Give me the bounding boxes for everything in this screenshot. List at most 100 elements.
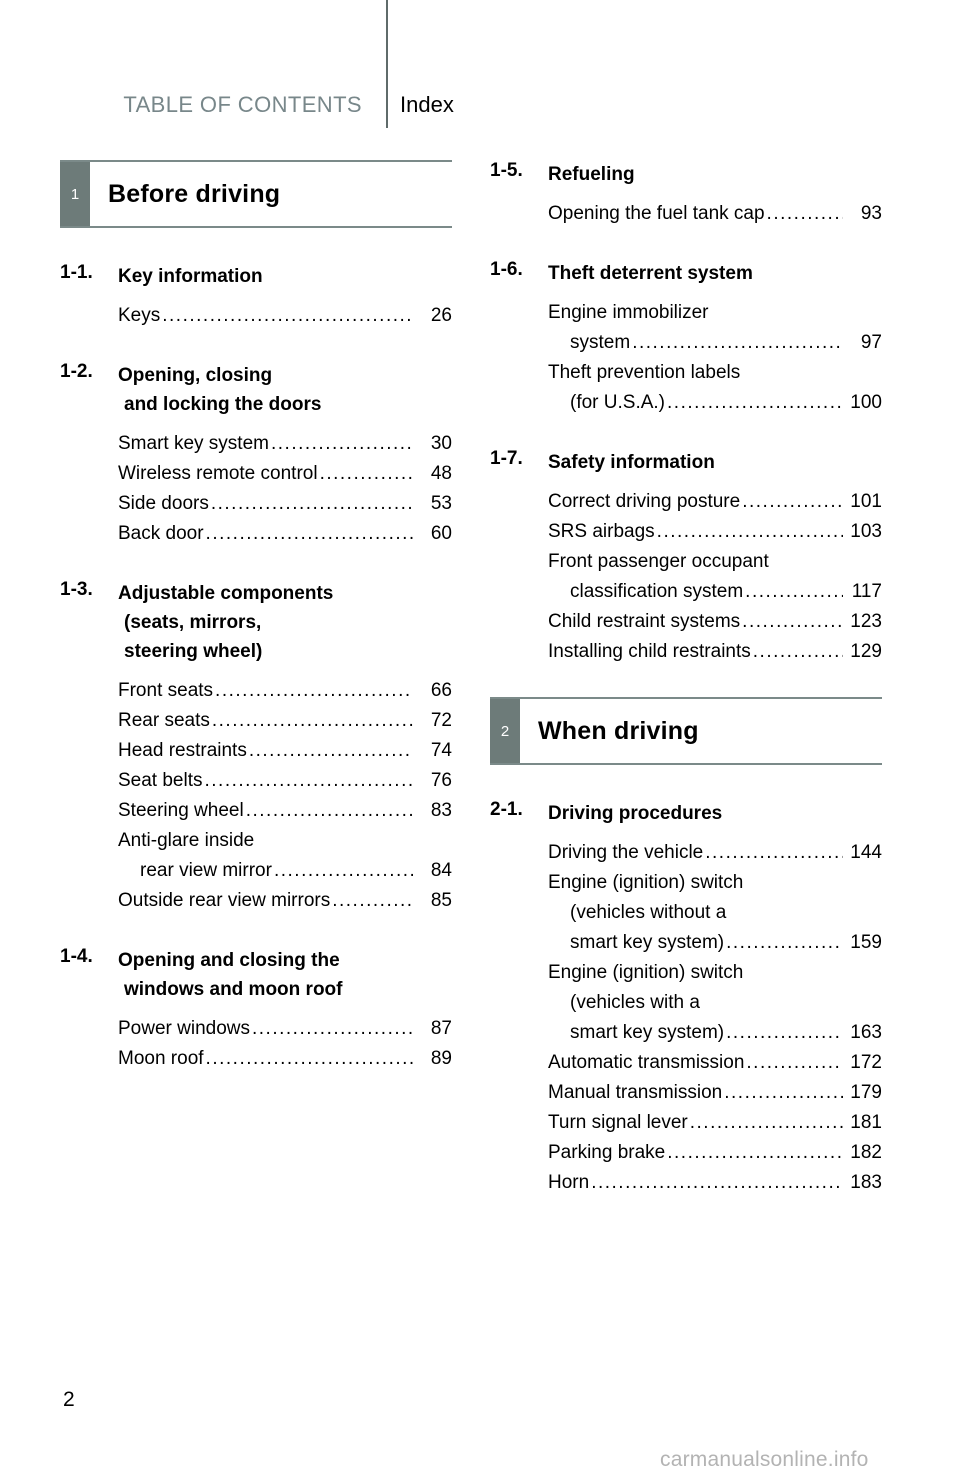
toc-entry-page-number: 179 <box>850 1082 882 1103</box>
toc-entry[interactable]: Rear seats..............................… <box>118 706 452 736</box>
chapter-title: Before driving <box>108 179 281 208</box>
dot-leader: ........................................… <box>591 1172 843 1193</box>
right-column: 1-5. Refueling Opening the fuel tank cap..… <box>490 160 882 1228</box>
toc-entry-line: Head restraints.........................… <box>118 736 452 766</box>
dot-leader: ........................................… <box>742 611 843 632</box>
section-title-line: Opening and closing the <box>118 950 340 971</box>
toc-entry-line: rear view mirror........................… <box>118 856 452 886</box>
section-title-line: Driving procedures <box>548 803 723 824</box>
toc-entry-page-number: 100 <box>850 392 882 413</box>
toc-entry[interactable]: Child restraint systems.................… <box>548 607 882 637</box>
toc-entry[interactable]: Seat belts..............................… <box>118 766 452 796</box>
dot-leader: ........................................… <box>205 523 413 544</box>
dot-leader: ........................................… <box>162 305 413 326</box>
toc-entry[interactable]: Smart key system........................… <box>118 429 452 459</box>
toc-entry[interactable]: Manual transmission.....................… <box>548 1078 882 1108</box>
toc-entry-text: Engine immobilizer <box>548 302 709 323</box>
section-number: 1-3. <box>60 579 93 600</box>
toc-entry[interactable]: Theft prevention labels (for U.S.A.).....… <box>548 358 882 418</box>
toc-entry[interactable]: Parking brake...........................… <box>548 1138 882 1168</box>
toc-entry[interactable]: Automatic transmission..................… <box>548 1048 882 1078</box>
section-title: Key information <box>118 262 452 291</box>
section-title-line: and locking the doors <box>124 394 322 415</box>
dot-leader: ........................................… <box>742 491 843 512</box>
section-heading: 1-4. Opening and closing the windows and m… <box>60 946 452 1004</box>
toc-entry-text: Correct driving posture <box>548 491 741 512</box>
toc-entry-line: Power windows...........................… <box>118 1014 452 1044</box>
toc-entry-page-number: 84 <box>430 860 452 881</box>
toc-entry-line: Seat belts..............................… <box>118 766 452 796</box>
toc-entry[interactable]: Head restraints.........................… <box>118 736 452 766</box>
toc-entry-page-number: 182 <box>850 1142 882 1163</box>
toc-entry[interactable]: Installing child restraints.............… <box>548 637 882 667</box>
toc-entry-line: (for U.S.A.)............................… <box>548 388 882 418</box>
toc-entry-text: Opening the fuel tank cap <box>548 203 765 224</box>
dot-leader: ........................................… <box>632 332 843 353</box>
toc-entry[interactable]: Back door...............................… <box>118 519 452 549</box>
toc-entry[interactable]: Driving the vehicle.....................… <box>548 838 882 868</box>
chapter-rule-bottom <box>490 763 882 765</box>
section-heading: 1-7. Safety information <box>490 448 882 477</box>
toc-entry[interactable]: Power windows...........................… <box>118 1014 452 1044</box>
toc-entry-page-number: 76 <box>430 770 452 791</box>
toc-entry[interactable]: Wireless remote control.................… <box>118 459 452 489</box>
toc-entry-text: system <box>570 332 631 353</box>
dot-leader: ........................................… <box>273 860 413 881</box>
toc-entry[interactable]: Moon roof...............................… <box>118 1044 452 1074</box>
toc-entry[interactable]: Side doors..............................… <box>118 489 452 519</box>
toc-entry[interactable]: Correct driving posture.................… <box>548 487 882 517</box>
toc-entry[interactable]: Anti-glare inside rear view mirror.......… <box>118 826 452 886</box>
toc-entry-line: Wireless remote control.................… <box>118 459 452 489</box>
toc-entry[interactable]: SRS airbags.............................… <box>548 517 882 547</box>
toc-entry[interactable]: Outside rear view mirrors...............… <box>118 886 452 916</box>
section-number: 1-4. <box>60 946 93 967</box>
toc-entry-text: Wireless remote control <box>118 463 318 484</box>
toc-entry-page-number: 83 <box>430 800 452 821</box>
chapter-number-tab: 1 <box>60 162 90 226</box>
dot-leader: ........................................… <box>270 433 413 454</box>
toc-entry-page-number: 129 <box>850 641 882 662</box>
toc-entry-text: Theft prevention labels <box>548 362 741 383</box>
toc-entry[interactable]: Horn....................................… <box>548 1168 882 1198</box>
toc-entry-line: smart key system).......................… <box>548 928 882 958</box>
section-entries: Keys....................................… <box>60 301 452 331</box>
table-of-contents-label: TABLE OF CONTENTS <box>123 92 362 117</box>
dot-leader: ........................................… <box>332 890 413 911</box>
dot-leader: ........................................… <box>746 1052 843 1073</box>
toc-entry[interactable]: Steering wheel..........................… <box>118 796 452 826</box>
section-heading: 1-6. Theft deterrent system <box>490 259 882 288</box>
chapter-banner: 2 When driving <box>490 697 882 765</box>
toc-entry[interactable]: Opening the fuel tank cap...............… <box>548 199 882 229</box>
toc-entry-page-number: 183 <box>850 1172 882 1193</box>
section-number: 1-5. <box>490 160 523 181</box>
toc-entry-page-number: 60 <box>430 523 452 544</box>
toc-entry-line: Manual transmission.....................… <box>548 1078 882 1108</box>
dot-leader: ........................................… <box>705 842 843 863</box>
toc-section: 1-7. Safety information Correct driving po… <box>490 448 882 667</box>
dot-leader: ........................................… <box>215 680 413 701</box>
toc-entry[interactable]: Keys....................................… <box>118 301 452 331</box>
toc-entry-line: smart key system).......................… <box>548 1018 882 1048</box>
section-entries: Smart key system........................… <box>60 429 452 549</box>
toc-entry[interactable]: Engine immobilizer system................… <box>548 298 882 358</box>
toc-entry[interactable]: Engine (ignition) switch (vehicles withou… <box>548 868 882 958</box>
toc-section: 1-3. Adjustable components (seats, mirrors… <box>60 579 452 916</box>
section-entries: Front seats.............................… <box>60 676 452 916</box>
toc-entry[interactable]: Engine (ignition) switch (vehicles with a… <box>548 958 882 1048</box>
toc-entry-page-number: 72 <box>430 710 452 731</box>
toc-entry-line: Engine immobilizer <box>548 298 882 328</box>
section-heading: 1-2. Opening, closing and locking the door… <box>60 361 452 419</box>
toc-entry-line: Front seats.............................… <box>118 676 452 706</box>
toc-entry-text: Parking brake <box>548 1142 666 1163</box>
toc-entry[interactable]: Front seats.............................… <box>118 676 452 706</box>
toc-entry-text: Front seats <box>118 680 214 701</box>
toc-entry-line: Correct driving posture.................… <box>548 487 882 517</box>
toc-entry-text: Moon roof <box>118 1048 204 1069</box>
index-link[interactable]: Index <box>400 92 454 118</box>
toc-entry[interactable]: Front passenger occupant classification s… <box>548 547 882 607</box>
toc-entry-text: Driving the vehicle <box>548 842 704 863</box>
dot-leader: ........................................… <box>210 493 413 514</box>
toc-entry-line: Keys....................................… <box>118 301 452 331</box>
toc-section: 1-4. Opening and closing the windows and m… <box>60 946 452 1074</box>
toc-entry[interactable]: Turn signal lever.......................… <box>548 1108 882 1138</box>
